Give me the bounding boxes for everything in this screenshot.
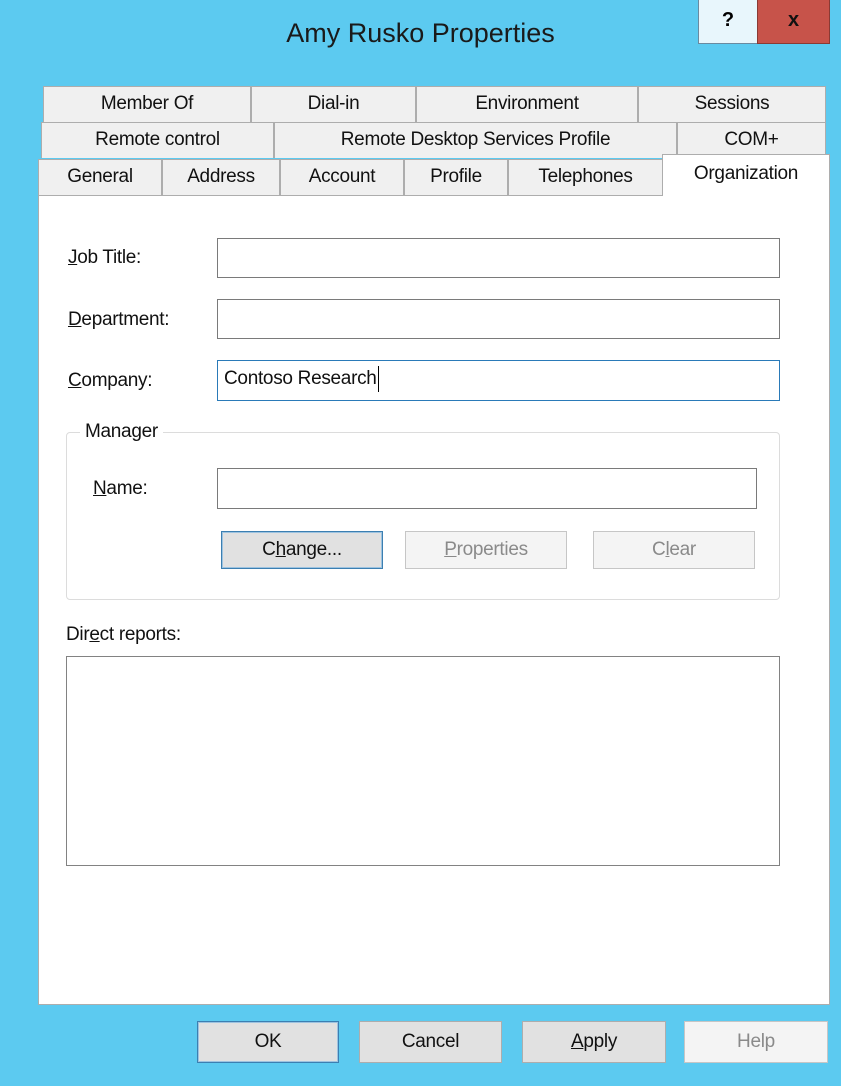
company-input[interactable]: Contoso Research	[217, 360, 780, 401]
apply-button[interactable]: Apply	[522, 1021, 666, 1063]
tab-remote-control[interactable]: Remote control	[41, 122, 274, 158]
department-label: Department:	[68, 309, 170, 330]
company-label: Company:	[68, 370, 153, 391]
close-button[interactable]: x	[757, 0, 830, 44]
tab-remote-desktop-services-profile[interactable]: Remote Desktop Services Profile	[274, 122, 677, 158]
manager-groupbox	[66, 432, 780, 600]
manager-name-input[interactable]	[217, 468, 757, 509]
properties-dialog: Amy Rusko Properties ? x Member Of Dial-…	[0, 0, 841, 1086]
job-title-input[interactable]	[217, 238, 780, 278]
tab-environment[interactable]: Environment	[416, 86, 638, 122]
help-button[interactable]: Help	[684, 1021, 828, 1063]
manager-name-label: Name:	[93, 478, 148, 499]
company-input-value: Contoso Research	[224, 368, 377, 389]
change-manager-button[interactable]: Change...	[221, 531, 383, 569]
cancel-button[interactable]: Cancel	[359, 1021, 502, 1063]
text-caret	[377, 365, 379, 392]
title-bar[interactable]: Amy Rusko Properties ? x	[0, 0, 841, 78]
tab-organization[interactable]: Organization	[662, 154, 830, 196]
manager-properties-button[interactable]: Properties	[405, 531, 567, 569]
direct-reports-list[interactable]	[66, 656, 780, 866]
tab-account[interactable]: Account	[280, 159, 404, 195]
help-title-button[interactable]: ?	[698, 0, 758, 44]
tab-com-plus[interactable]: COM+	[677, 122, 826, 158]
tab-address[interactable]: Address	[162, 159, 280, 195]
tab-profile[interactable]: Profile	[404, 159, 508, 195]
tab-telephones[interactable]: Telephones	[508, 159, 663, 195]
department-input[interactable]	[217, 299, 780, 339]
tab-sessions[interactable]: Sessions	[638, 86, 826, 122]
ok-button[interactable]: OK	[197, 1021, 339, 1063]
job-title-label: Job Title:	[68, 247, 142, 268]
tab-member-of[interactable]: Member Of	[43, 86, 251, 122]
tab-general[interactable]: General	[38, 159, 162, 195]
direct-reports-label: Direct reports:	[66, 624, 181, 645]
manager-group-title: Manager	[80, 421, 163, 443]
clear-manager-button[interactable]: Clear	[593, 531, 755, 569]
tab-dial-in[interactable]: Dial-in	[251, 86, 416, 122]
